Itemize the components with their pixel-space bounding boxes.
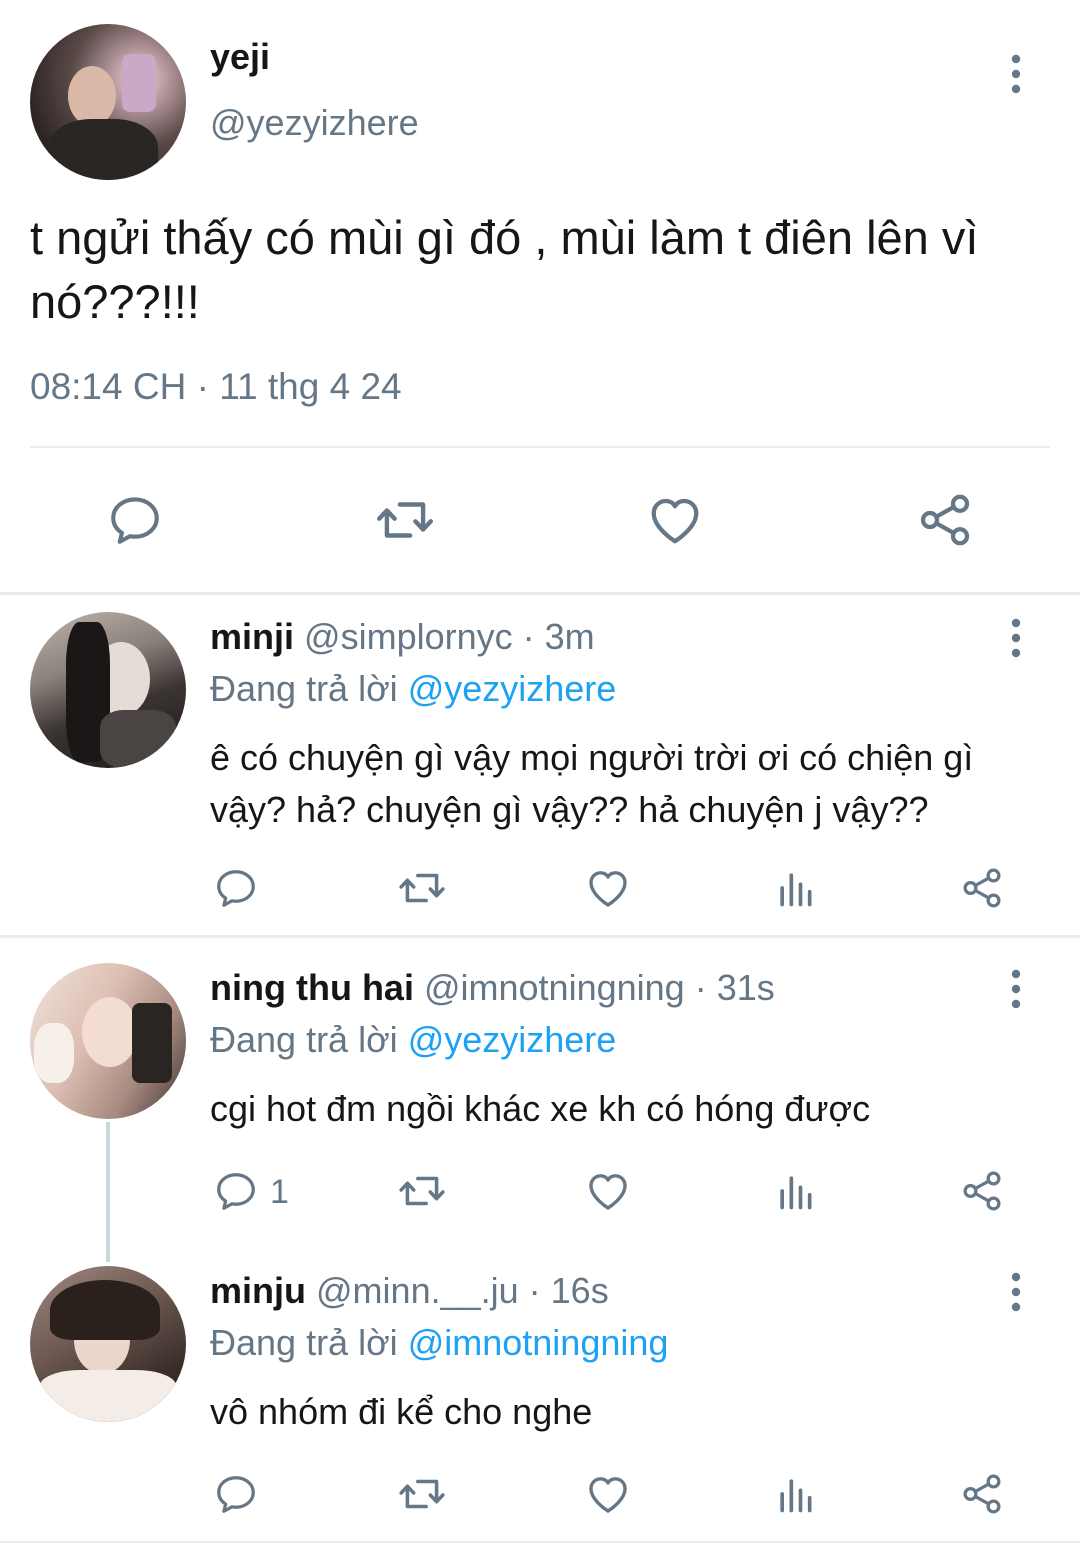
tweet-text: t ngửi thấy có mùi gì đó , mùi làm t điê… — [30, 211, 979, 328]
mention-link[interactable]: @yezyizhere — [408, 668, 617, 709]
more-options-button[interactable] — [996, 44, 1036, 104]
reply-text-line: cgi hot đm ngồi khác xe kh có hóng được — [210, 1088, 871, 1129]
more-options-button[interactable] — [996, 1262, 1036, 1322]
divider — [0, 1541, 1080, 1543]
reply-time: · 31s — [694, 967, 775, 1008]
author-handle[interactable]: @simplornyc — [304, 616, 513, 657]
more-options-button[interactable] — [996, 959, 1036, 1019]
reply-icon[interactable] — [106, 491, 164, 549]
avatar[interactable] — [30, 24, 186, 180]
mention-link[interactable]: @imnotningning — [408, 1322, 669, 1363]
retweet-icon[interactable] — [397, 863, 447, 913]
more-vertical-icon — [1011, 1272, 1021, 1312]
reply-text: vô nhóm đi kể cho nghe — [210, 1386, 592, 1438]
author-handle[interactable]: @minn.__.ju — [316, 1270, 519, 1311]
replying-to: Đang trả lời @yezyizhere — [210, 668, 616, 710]
reply-header: minji @simplornyc · 3m — [210, 616, 595, 658]
reply-icon[interactable] — [213, 1471, 259, 1517]
share-icon[interactable] — [915, 490, 975, 550]
mention-link[interactable]: @yezyizhere — [408, 1019, 617, 1060]
author-handle[interactable]: @imnotningning — [424, 967, 685, 1008]
analytics-icon[interactable] — [773, 866, 817, 910]
reply-header: minju @minn.__.ju · 16s — [210, 1270, 609, 1312]
retweet-icon[interactable] — [397, 1469, 447, 1519]
share-icon[interactable] — [959, 865, 1005, 911]
divider — [30, 446, 1050, 448]
retweet-icon[interactable] — [397, 1166, 447, 1216]
reply-time: · 3m — [522, 616, 595, 657]
replying-label: Đang trả lời — [210, 1322, 398, 1363]
thread-connector-line — [106, 1122, 110, 1262]
author-name[interactable]: minju — [210, 1270, 306, 1311]
avatar[interactable] — [30, 963, 186, 1119]
share-icon[interactable] — [959, 1471, 1005, 1517]
like-icon[interactable] — [645, 490, 705, 550]
author-name[interactable]: ning thu hai — [210, 967, 414, 1008]
analytics-icon[interactable] — [773, 1472, 817, 1516]
avatar[interactable] — [30, 1266, 186, 1422]
reply-text-line: vậy? hả? chuyện gì vậy?? hả chuyện j vậy… — [210, 789, 929, 830]
reply-text-line: ê có chuyện gì vậy mọi người trời ơi có … — [210, 737, 974, 778]
replying-to: Đang trả lời @yezyizhere — [210, 1019, 616, 1061]
more-vertical-icon — [1011, 969, 1021, 1009]
replying-to: Đang trả lời @imnotningning — [210, 1322, 668, 1364]
more-vertical-icon — [1011, 54, 1021, 94]
reply-text: ê có chuyện gì vậy mọi người trời ơi có … — [210, 732, 973, 836]
replying-label: Đang trả lời — [210, 668, 398, 709]
retweet-icon[interactable] — [374, 489, 436, 551]
like-icon[interactable] — [584, 1470, 632, 1518]
replying-label: Đang trả lời — [210, 1019, 398, 1060]
avatar[interactable] — [30, 612, 186, 768]
author-name[interactable]: yeji — [210, 36, 270, 78]
reply-count: 1 — [270, 1173, 289, 1211]
reply-header: ning thu hai @imnotningning · 31s — [210, 967, 775, 1009]
analytics-icon[interactable] — [773, 1169, 817, 1213]
reply-time: · 16s — [528, 1270, 609, 1311]
share-icon[interactable] — [959, 1168, 1005, 1214]
like-icon[interactable] — [584, 864, 632, 912]
tweet-timestamp: 08:14 CH · 11 thg 4 24 — [30, 366, 402, 407]
divider — [0, 935, 1080, 938]
reply-text-line: vô nhóm đi kể cho nghe — [210, 1391, 593, 1432]
author-handle[interactable]: @yezyizhere — [210, 102, 419, 144]
like-icon[interactable] — [584, 1167, 632, 1215]
divider — [0, 592, 1080, 595]
reply-icon[interactable] — [213, 865, 259, 911]
more-vertical-icon — [1011, 618, 1021, 658]
author-name[interactable]: minji — [210, 616, 294, 657]
reply-text: cgi hot đm ngồi khác xe kh có hóng được — [210, 1083, 870, 1135]
reply-icon[interactable] — [213, 1168, 259, 1214]
more-options-button[interactable] — [996, 608, 1036, 668]
